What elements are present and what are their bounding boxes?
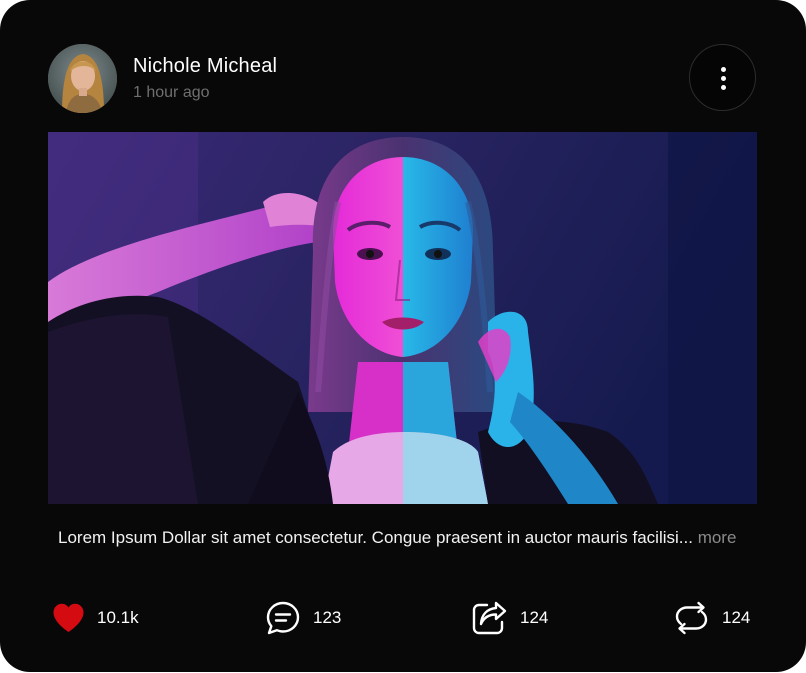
share-count: 124 — [520, 608, 549, 627]
share-icon — [472, 601, 507, 635]
avatar-image — [48, 44, 117, 113]
like-count: 10.1k — [97, 608, 139, 627]
like-button[interactable]: 10.1k — [52, 597, 139, 639]
post-caption: Lorem Ipsum Dollar sit amet consectetur.… — [58, 524, 738, 551]
read-more-link[interactable]: more — [698, 528, 737, 547]
more-options-button[interactable] — [689, 44, 756, 111]
post-image[interactable] — [48, 132, 757, 504]
caption-text: Lorem Ipsum Dollar sit amet consectetur.… — [58, 528, 693, 547]
share-button[interactable]: 124 — [471, 597, 548, 639]
repost-button[interactable]: 124 — [673, 597, 750, 639]
repost-icon — [675, 601, 708, 635]
comment-button[interactable]: 123 — [265, 597, 341, 639]
author-name[interactable]: Nichole Micheal — [133, 55, 277, 78]
repost-count: 124 — [722, 608, 751, 627]
post-card: Nichole Micheal 1 hour ago Lorem Ipsum D… — [0, 0, 806, 672]
avatar[interactable] — [48, 44, 117, 113]
portrait-photo — [48, 132, 757, 504]
post-timestamp: 1 hour ago — [133, 84, 210, 101]
comment-icon — [266, 601, 300, 635]
heart-icon — [53, 603, 84, 632]
comment-count: 123 — [313, 608, 342, 627]
